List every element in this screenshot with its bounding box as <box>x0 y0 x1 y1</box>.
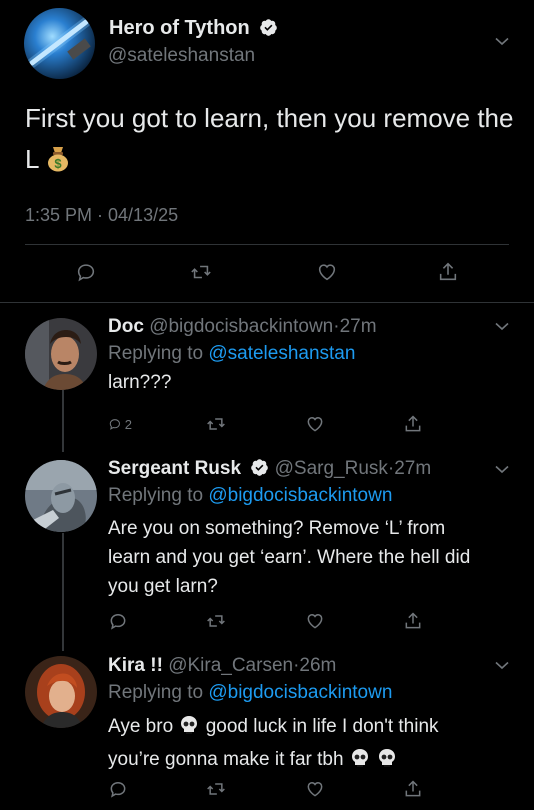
retweet-button[interactable] <box>206 609 230 633</box>
reply-time[interactable]: 26m <box>299 655 336 676</box>
skull-icon <box>376 747 398 778</box>
replying-to-handle-link[interactable]: @bigdocisbackintown <box>208 485 392 506</box>
retweet-button[interactable] <box>206 777 230 801</box>
main-tweet-display-name[interactable]: Hero of Tython <box>109 17 250 39</box>
like-button[interactable] <box>305 777 329 801</box>
replying-to-label: Replying to <box>108 485 204 506</box>
reply-handle[interactable]: @Sarg_Rusk <box>275 458 388 479</box>
reply-icon <box>110 613 126 630</box>
heart-icon <box>318 264 336 281</box>
share-button[interactable] <box>437 260 461 284</box>
retweet-button[interactable] <box>206 412 230 436</box>
replying-to-handle-link[interactable]: @bigdocisbackintown <box>208 682 392 703</box>
verified-badge-icon <box>251 459 269 476</box>
reply-count: 2 <box>124 416 132 432</box>
money-bag-icon: $ <box>46 143 70 184</box>
avatar-doc[interactable] <box>25 318 97 390</box>
retweet-icon <box>191 265 211 279</box>
reply-text: Aye bro good luck in life I don't think … <box>108 712 439 778</box>
reply-text-line: Are you on something? Remove ‘L’ from <box>108 518 446 539</box>
share-button[interactable] <box>403 777 427 801</box>
heart-icon <box>307 416 323 432</box>
like-button[interactable] <box>305 609 329 633</box>
reply-icon <box>77 264 95 282</box>
more-options-chevron-icon[interactable] <box>494 461 510 477</box>
avatar-sergeant-rusk[interactable] <box>25 460 97 532</box>
reply-time[interactable]: 27m <box>394 458 431 479</box>
share-icon <box>405 780 421 797</box>
reply-text-segment: you’re gonna make it far tbh <box>108 749 344 770</box>
skull-icon <box>178 714 200 745</box>
reply-button[interactable] <box>108 609 132 633</box>
heart-icon <box>307 613 323 629</box>
replying-to-label: Replying to <box>108 682 204 703</box>
heart-icon <box>307 781 323 797</box>
retweet-icon <box>207 615 225 627</box>
reply-button[interactable]: 2 <box>108 412 132 436</box>
share-button[interactable] <box>403 412 427 436</box>
skull-icon <box>349 747 371 778</box>
replying-to-handle-link[interactable]: @sateleshanstan <box>208 343 355 364</box>
reply-handle[interactable]: @Kira_Carsen <box>168 655 293 676</box>
more-options-chevron-icon[interactable] <box>494 318 510 334</box>
divider <box>25 244 509 245</box>
reply-display-name[interactable]: Sergeant Rusk <box>108 458 241 479</box>
main-tweet-timestamp: 1:35 PM · 04/13/25 <box>25 205 179 225</box>
thread-line <box>62 390 64 452</box>
reply-text: larn??? <box>108 372 172 393</box>
share-icon <box>405 415 421 432</box>
doc-avatar-image <box>25 318 97 390</box>
reply-icon <box>109 419 120 430</box>
like-button[interactable] <box>305 412 329 436</box>
more-options-chevron-icon[interactable] <box>494 657 510 673</box>
reply-time[interactable]: 27m <box>340 316 377 337</box>
kira-avatar-image <box>25 656 97 728</box>
retweet-icon <box>207 783 225 795</box>
reply-text: Are you on something? Remove ‘L’ from le… <box>108 514 470 601</box>
main-tweet-text: First you got to learn, then you remove … <box>25 103 514 174</box>
reply-text-segment: Aye bro <box>108 716 174 737</box>
sergeant-rusk-avatar-image <box>25 460 97 532</box>
share-icon <box>405 612 421 629</box>
reply-text-line: learn and you get ‘earn’. Where the hell… <box>108 547 471 568</box>
reply-icon <box>110 781 126 798</box>
retweet-button[interactable] <box>190 260 214 284</box>
like-button[interactable] <box>316 260 340 284</box>
svg-text:$: $ <box>54 156 62 171</box>
reply-button[interactable] <box>75 260 99 284</box>
reply-text-segment: good luck in life I don't think <box>205 716 439 737</box>
more-options-chevron-icon[interactable] <box>494 33 510 49</box>
share-icon <box>439 262 457 281</box>
thread-line <box>62 533 64 651</box>
verified-badge-icon <box>260 19 278 36</box>
reply-handle[interactable]: @bigdocisbackintown <box>149 316 333 337</box>
reply-text-line: you get larn? <box>108 576 218 597</box>
main-tweet-handle[interactable]: @sateleshanstan <box>108 45 255 67</box>
replying-to-label: Replying to <box>108 343 204 364</box>
reply-button[interactable] <box>108 777 132 801</box>
reply-display-name[interactable]: Doc <box>108 316 144 337</box>
avatar-hero-of-tython[interactable] <box>24 8 95 79</box>
avatar-kira[interactable] <box>25 656 97 728</box>
lightsaber-avatar-image <box>24 8 95 79</box>
reply-display-name[interactable]: Kira !! <box>108 655 163 676</box>
divider <box>0 302 534 303</box>
retweet-icon <box>207 418 225 430</box>
share-button[interactable] <box>403 609 427 633</box>
